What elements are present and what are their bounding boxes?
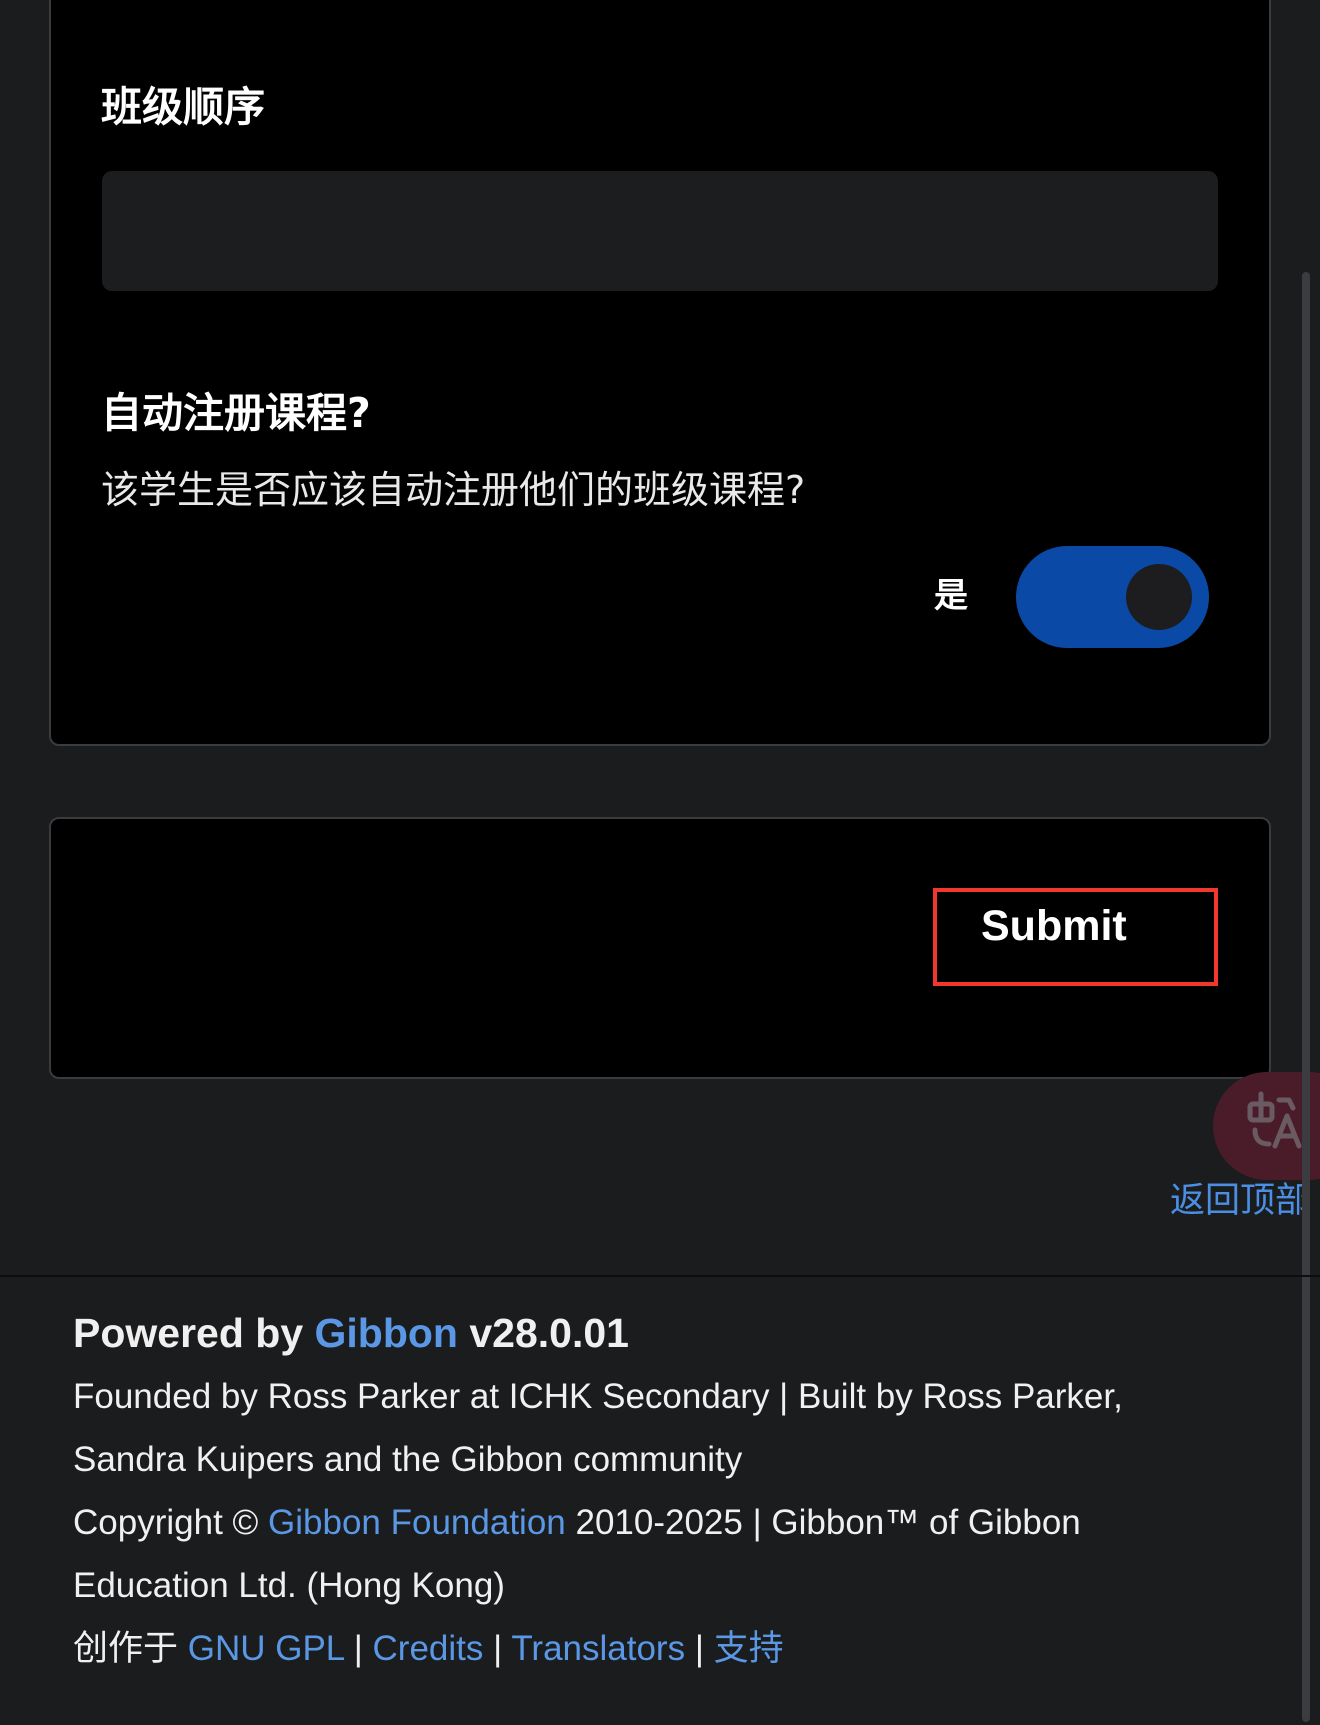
footer-company-line: Education Ltd. (Hong Kong) — [73, 1566, 505, 1605]
roll-order-label: 班级顺序 — [101, 83, 265, 131]
auto-enrol-description: 该学生是否应该自动注册他们的班级课程? — [101, 468, 806, 512]
footer-divider — [0, 1275, 1320, 1277]
submit-button[interactable]: Submit — [933, 888, 1218, 986]
powered-prefix: Powered by — [73, 1310, 315, 1356]
footer-copyright-line: Copyright © Gibbon Foundation 2010-2025 … — [73, 1502, 1081, 1544]
footer-license-line: 创作于 GNU GPL | Credits | Translators | 支持 — [73, 1628, 784, 1670]
gibbon-link[interactable]: Gibbon — [315, 1310, 458, 1356]
footer-separator: | — [483, 1629, 512, 1668]
support-link[interactable]: 支持 — [714, 1629, 784, 1668]
footer-separator: | — [343, 1629, 373, 1668]
footer-founded-line: Founded by Ross Parker at ICHK Secondary… — [73, 1377, 1123, 1416]
copyright-prefix: Copyright © — [73, 1503, 269, 1542]
footer-separator: | — [685, 1629, 714, 1668]
toggle-knob — [1126, 564, 1192, 630]
roll-order-input[interactable] — [102, 171, 1218, 291]
translate-icon — [1247, 1091, 1302, 1149]
footer-community-line: Sandra Kuipers and the Gibbon community — [73, 1440, 743, 1479]
gibbon-foundation-link[interactable]: Gibbon Foundation — [268, 1503, 566, 1542]
copyright-suffix: 2010-2025 | Gibbon™ of Gibbon — [565, 1503, 1081, 1542]
back-to-top-link[interactable]: 返回顶部 — [1170, 1180, 1310, 1222]
license-prefix: 创作于 — [73, 1629, 188, 1668]
translators-link[interactable]: Translators — [511, 1629, 685, 1668]
scrollbar[interactable] — [1302, 272, 1310, 1722]
gnu-gpl-link[interactable]: GNU GPL — [188, 1629, 344, 1668]
powered-version: v28.0.01 — [457, 1310, 629, 1356]
auto-enrol-toggle[interactable] — [1016, 546, 1209, 648]
submit-label: Submit — [981, 902, 1127, 950]
credits-link[interactable]: Credits — [373, 1629, 484, 1668]
auto-enrol-label: 自动注册课程? — [101, 389, 371, 437]
footer-powered-by: Powered by Gibbon v28.0.01 — [73, 1309, 629, 1358]
toggle-label: 是 — [934, 576, 968, 616]
